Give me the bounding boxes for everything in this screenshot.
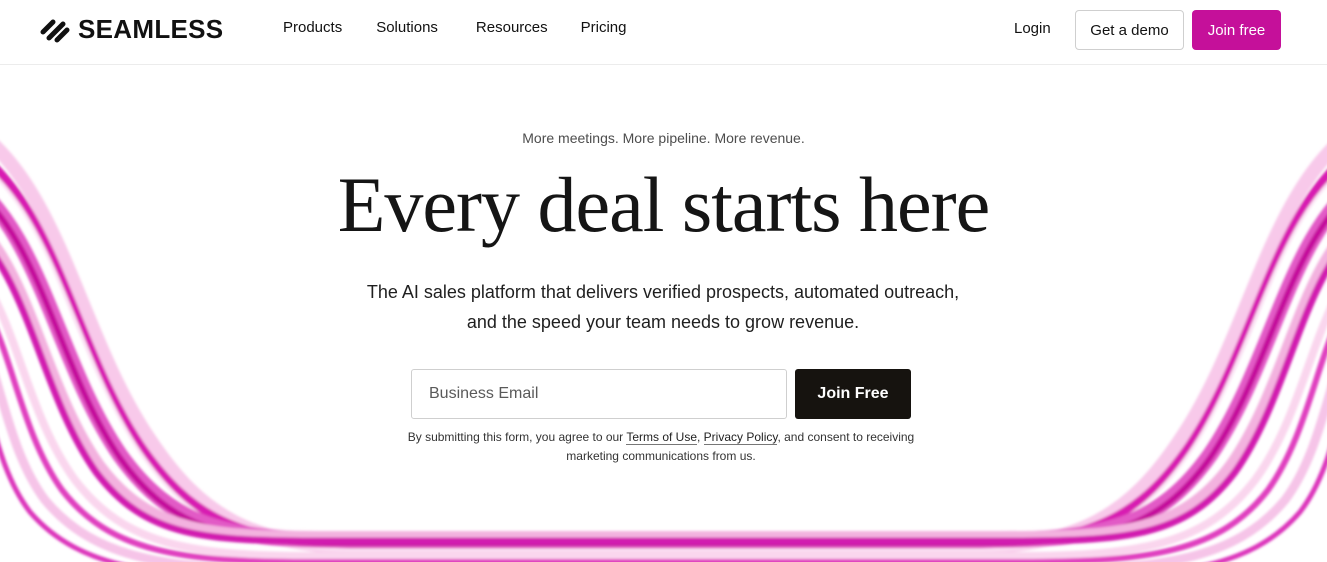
hero-headline: Every deal starts here — [337, 161, 991, 248]
hero-subhead: The AI sales platform that delivers veri… — [366, 282, 960, 332]
nav-products[interactable]: Products — [283, 19, 342, 36]
nav-solutions[interactable]: Solutions — [376, 19, 438, 36]
terms-of-use-link[interactable]: Terms of Use — [626, 430, 697, 445]
privacy-policy-link[interactable]: Privacy Policy — [703, 430, 778, 445]
logo[interactable]: SEAMLESS — [40, 14, 223, 45]
nav-pricing[interactable]: Pricing — [581, 19, 627, 36]
disclaimer-comma: , — [697, 430, 704, 444]
join-free-header-button[interactable]: Join free — [1192, 10, 1281, 50]
brand-name: SEAMLESS — [78, 14, 224, 44]
join-free-submit-button[interactable]: Join Free — [795, 369, 911, 419]
business-email-input[interactable] — [411, 369, 787, 419]
disclaimer-prefix: By submitting this form, you agree to ou… — [407, 430, 627, 444]
hero-eyebrow: More meetings. More pipeline. More reven… — [522, 130, 805, 146]
site-header: SEAMLESS Products Solutions Resources Pr… — [0, 0, 1327, 65]
nav-resources[interactable]: Resources — [476, 19, 548, 36]
main-nav: Products Solutions Resources Pricing — [283, 19, 660, 36]
login-link[interactable]: Login — [1014, 20, 1051, 37]
seamless-swoosh-icon — [40, 19, 70, 42]
get-demo-button[interactable]: Get a demo — [1075, 10, 1184, 50]
form-disclaimer: By submitting this form, you agree to ou… — [403, 428, 919, 466]
